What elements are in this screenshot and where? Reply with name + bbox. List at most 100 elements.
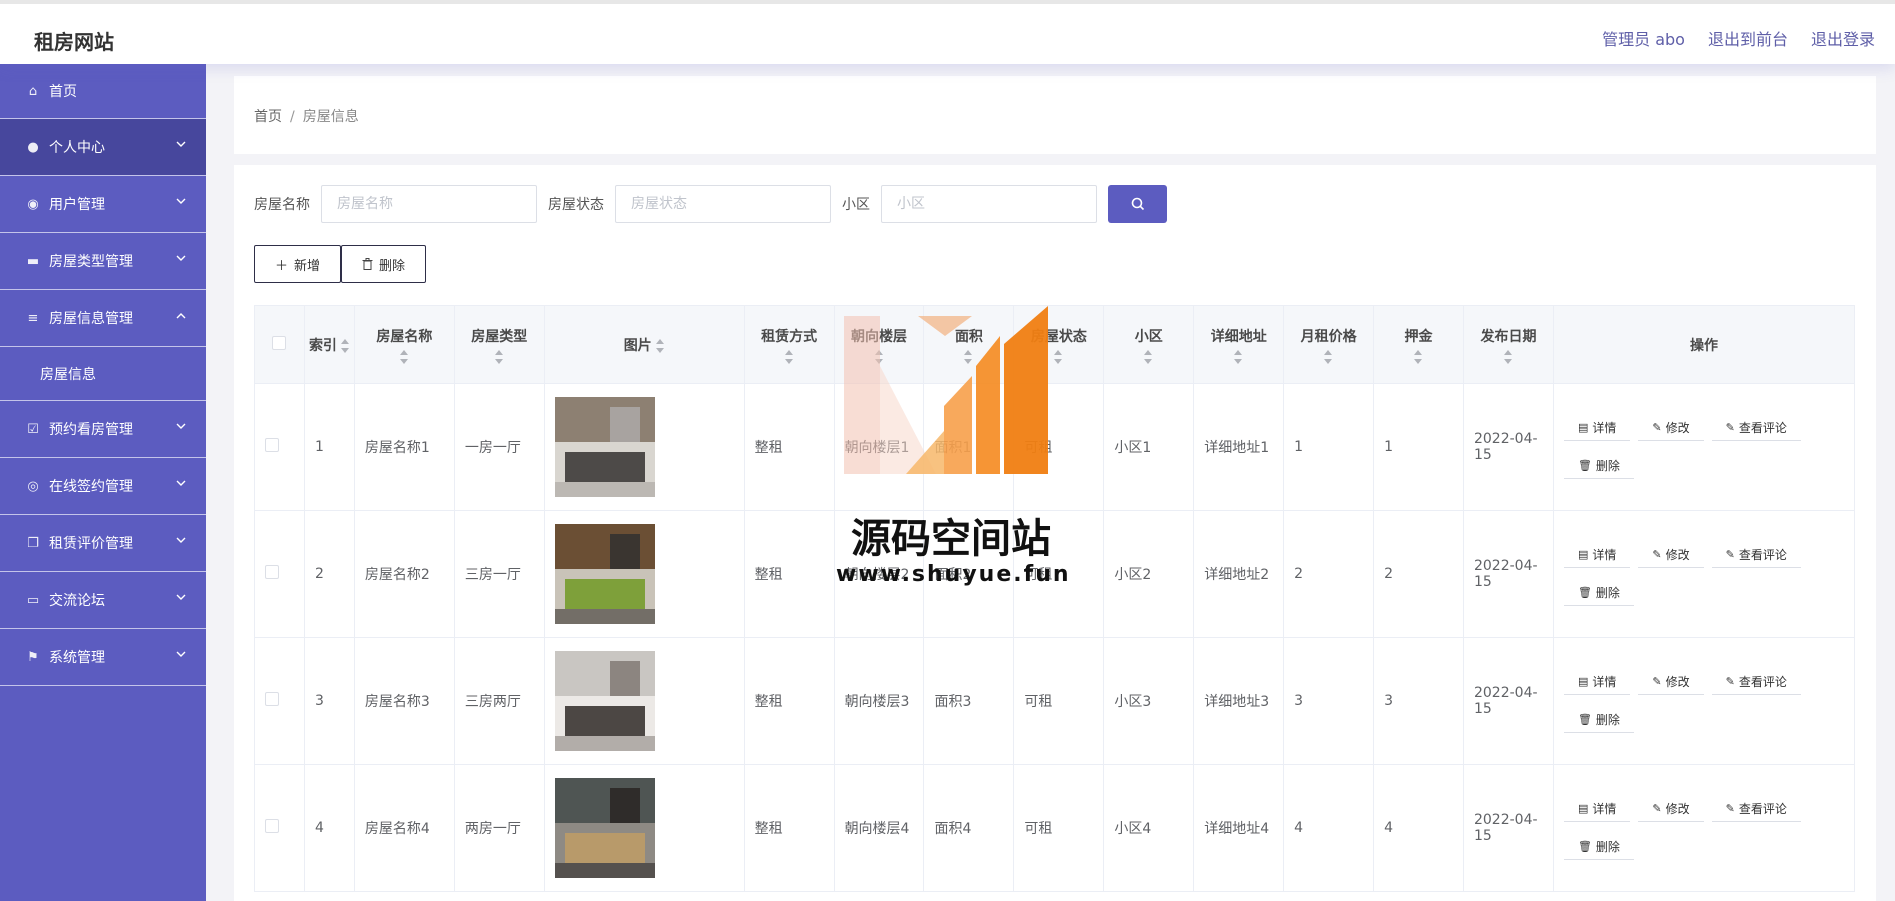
delete-button[interactable]: 🗑 删除 (1563, 580, 1634, 606)
action-buttons: ＋ 新增 删除 (254, 245, 427, 283)
sort-caret-icon[interactable] (1414, 349, 1423, 364)
sidebar-item-7[interactable]: ◎ 在线签约管理 (0, 458, 206, 515)
select-all-checkbox[interactable] (272, 335, 287, 350)
sort-caret-icon[interactable] (340, 338, 350, 353)
detail-button[interactable]: ▤ 详情 (1563, 415, 1631, 441)
sort-caret-icon[interactable] (874, 349, 884, 364)
column-header-1[interactable]: 房屋名称 (353, 305, 455, 384)
row-checkbox[interactable] (265, 819, 279, 833)
breadcrumb-home[interactable]: 首页 (254, 109, 282, 125)
sidebar-item-3[interactable]: ▬ 房屋类型管理 (0, 233, 206, 290)
column-header-12[interactable]: 发布日期 (1462, 305, 1554, 384)
cell-address: 详细地址1 (1193, 383, 1285, 511)
search-button[interactable] (1108, 185, 1167, 223)
chevron-down-icon (176, 251, 186, 265)
delete-button[interactable]: 🗑 删除 (1563, 453, 1634, 479)
cell-area: 面积1 (923, 383, 1015, 511)
community-input[interactable] (881, 185, 1097, 223)
column-header-label: 详细地址 (1210, 328, 1267, 345)
row-checkbox[interactable] (265, 438, 279, 452)
row-select-cell (254, 383, 305, 511)
action-label: 删除 (1595, 840, 1620, 854)
trash-icon: 🗑 (1577, 459, 1592, 472)
sidebar-item-label: 交流论坛 (49, 593, 105, 609)
column-header-0[interactable]: 索引 (303, 305, 355, 384)
delete-button[interactable]: 🗑 删除 (1563, 834, 1634, 860)
trash-icon: 🗑 (1577, 840, 1592, 853)
house-table: 索引 房屋名称 房屋类型 图片 租赁方式 朝向楼层 面积 房屋状态 小区 详细地址 月租价格 押金 发布… (254, 305, 1856, 892)
row-checkbox[interactable] (265, 565, 279, 579)
sort-caret-icon[interactable] (1503, 349, 1513, 364)
view-comments-button[interactable]: ✎ 查看评论 (1711, 796, 1801, 822)
bulk-delete-button[interactable]: 删除 (341, 245, 427, 283)
column-header-6[interactable]: 面积 (923, 305, 1015, 384)
add-button[interactable]: ＋ 新增 (254, 245, 342, 283)
column-header-9[interactable]: 详细地址 (1193, 305, 1285, 384)
logout-link[interactable]: 退出登录 (1811, 26, 1875, 50)
sidebar-item-label: 预约看房管理 (49, 422, 133, 438)
edit-button[interactable]: ✎ 修改 (1638, 796, 1704, 822)
cell-area: 面积2 (923, 510, 1015, 638)
column-header-label: 小区 (1134, 328, 1163, 345)
edit-button[interactable]: ✎ 修改 (1638, 415, 1704, 441)
chevron-down-icon (176, 137, 186, 151)
cell-status: 可租 (1013, 510, 1105, 638)
sort-caret-icon[interactable] (1324, 349, 1333, 364)
sidebar-item-label: 首页 (49, 84, 77, 100)
document-icon: ▤ (1577, 802, 1589, 815)
trash-icon: 🗑 (1577, 586, 1592, 599)
column-header-8[interactable]: 小区 (1103, 305, 1195, 384)
view-comments-button[interactable]: ✎ 查看评论 (1711, 415, 1801, 441)
sidebar-item-6[interactable]: ☑ 预约看房管理 (0, 401, 206, 458)
cell-address: 详细地址4 (1193, 764, 1285, 892)
sidebar-item-2[interactable]: ◉ 用户管理 (0, 176, 206, 233)
cell-name: 房屋名称1 (353, 383, 455, 511)
column-header-2[interactable]: 房屋类型 (453, 305, 545, 384)
column-header-5[interactable]: 朝向楼层 (833, 305, 925, 384)
row-select-cell (254, 510, 305, 638)
edit-icon: ✎ (1652, 802, 1662, 815)
detail-button[interactable]: ▤ 详情 (1563, 542, 1631, 568)
sidebar-item-0[interactable]: ⌂ 首页 (0, 64, 206, 119)
cell-rent: 2 (1283, 510, 1375, 638)
sort-caret-icon[interactable] (1054, 349, 1063, 364)
column-header-3[interactable]: 图片 (543, 305, 745, 384)
back-to-frontend-link[interactable]: 退出到前台 (1708, 26, 1788, 50)
house-name-input[interactable] (321, 185, 537, 223)
house-status-input[interactable] (615, 185, 831, 223)
sidebar-item-label: 个人中心 (49, 140, 105, 156)
sidebar-item-10[interactable]: ⚑ 系统管理 (0, 629, 206, 686)
edit-button[interactable]: ✎ 修改 (1638, 669, 1704, 695)
view-comments-button[interactable]: ✎ 查看评论 (1711, 542, 1801, 568)
column-header-4[interactable]: 租赁方式 (743, 305, 835, 384)
row-checkbox[interactable] (265, 692, 279, 706)
column-header-7[interactable]: 房屋状态 (1013, 305, 1105, 384)
house-photo-cell (543, 637, 745, 765)
sidebar-subitem-house-info[interactable]: 房屋信息 (0, 347, 206, 401)
edit-button[interactable]: ✎ 修改 (1638, 542, 1704, 568)
cell-address: 详细地址3 (1193, 637, 1285, 765)
sort-caret-icon[interactable] (784, 349, 794, 364)
column-header-10[interactable]: 月租价格 (1283, 305, 1375, 384)
cell-date: 2022-04-15 (1462, 637, 1554, 765)
detail-button[interactable]: ▤ 详情 (1563, 796, 1631, 822)
column-header-11[interactable]: 押金 (1373, 305, 1464, 384)
sidebar-item-4[interactable]: ≡ 房屋信息管理 (0, 290, 206, 347)
sidebar-item-8[interactable]: ❐ 租赁评价管理 (0, 515, 206, 572)
admin-user-link[interactable]: 管理员 abo (1602, 26, 1685, 50)
sort-caret-icon[interactable] (399, 349, 409, 364)
plus-icon: ＋ (275, 258, 289, 274)
sort-caret-icon[interactable] (964, 349, 973, 364)
sort-caret-icon[interactable] (1234, 349, 1243, 364)
detail-button[interactable]: ▤ 详情 (1563, 669, 1631, 695)
users-icon: ◉ (27, 196, 39, 212)
sort-caret-icon[interactable] (1144, 349, 1153, 364)
sort-caret-icon[interactable] (494, 349, 504, 364)
sidebar-item-label: 房屋信息管理 (49, 311, 133, 327)
delete-button[interactable]: 🗑 删除 (1563, 707, 1634, 733)
sort-caret-icon[interactable] (655, 338, 665, 353)
column-header-label: 月租价格 (1300, 328, 1357, 345)
sidebar-item-1[interactable]: ● 个人中心 (0, 119, 206, 176)
sidebar-item-9[interactable]: ▭ 交流论坛 (0, 572, 206, 629)
view-comments-button[interactable]: ✎ 查看评论 (1711, 669, 1801, 695)
